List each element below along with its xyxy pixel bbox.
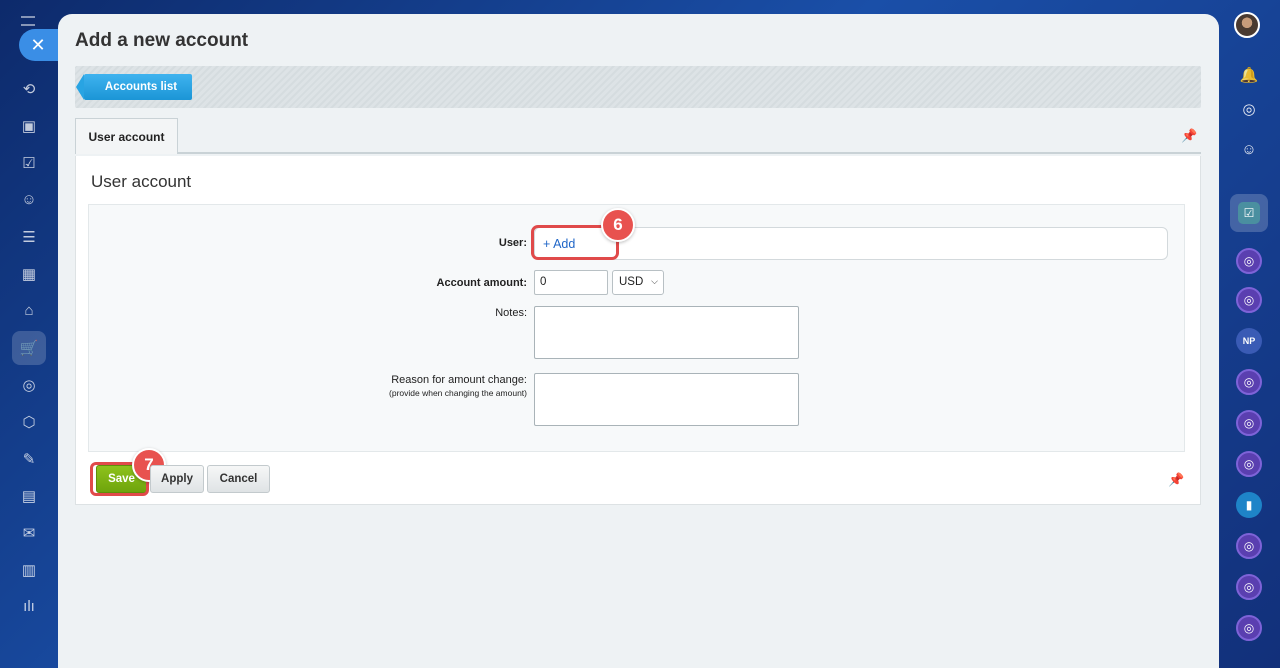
task-check-icon: ☑ xyxy=(1238,202,1260,224)
contact-avatar-3[interactable]: ◎ xyxy=(1236,369,1262,395)
checkbox-icon: ☑ xyxy=(22,154,36,172)
stats-icon: ılı xyxy=(23,598,35,615)
sidebar-item-tasks[interactable]: ☑ xyxy=(0,144,58,181)
sidebar-item-sites[interactable]: ▣ xyxy=(0,107,58,144)
np-initials-icon: NP xyxy=(1242,336,1256,346)
reason-textarea[interactable] xyxy=(534,373,799,426)
bell-icon: 🔔 xyxy=(1239,67,1259,84)
spiral-icon: ◎ xyxy=(1243,457,1255,471)
sidebar-item-calendar[interactable]: ▦ xyxy=(0,255,58,292)
chat-button[interactable]: ☺ xyxy=(1236,136,1262,162)
bar-chart-icon: ▥ xyxy=(21,561,37,579)
amount-input[interactable]: 0 xyxy=(534,270,608,295)
calendar-icon: ▦ xyxy=(21,265,37,283)
tasks-widget-button[interactable]: ☑ xyxy=(1230,194,1268,232)
currency-value: USD xyxy=(619,276,644,288)
contact-avatar-np[interactable]: NP xyxy=(1236,328,1262,354)
robot-icon: ☺ xyxy=(21,191,37,208)
sidebar-item-stats[interactable]: ılı xyxy=(0,588,58,625)
spiral-icon: ◎ xyxy=(1243,621,1255,635)
account-form: User: + Add 6 Account amount: 0 USD ⌵ No… xyxy=(88,204,1185,452)
spiral-icon: ◎ xyxy=(1243,416,1255,430)
sidebar-item-ai[interactable]: ☺ xyxy=(0,181,58,218)
apply-button[interactable]: Apply xyxy=(150,465,204,493)
notes-label: Notes: xyxy=(495,307,527,319)
sidebar-item-inbox[interactable]: ✉ xyxy=(0,514,58,551)
cancel-button[interactable]: Cancel xyxy=(207,465,270,493)
cube-icon: ⬡ xyxy=(22,413,36,431)
contact-avatar-2[interactable]: ◎ xyxy=(1236,287,1262,313)
crm-icon: ⟲ xyxy=(22,80,36,98)
bookmark-icon: ▮ xyxy=(1245,498,1253,512)
chevron-down-icon: ⌵ xyxy=(651,276,658,286)
spiral-icon: ◎ xyxy=(1243,254,1255,268)
add-account-panel: Add a new account Accounts list User acc… xyxy=(58,14,1219,668)
currency-select[interactable]: USD ⌵ xyxy=(612,270,664,295)
pen-icon: ✎ xyxy=(22,450,36,468)
sidebar-item-shop[interactable]: 🛒 xyxy=(0,329,58,366)
sidebar-item-target[interactable]: ◎ xyxy=(0,366,58,403)
spiral-icon: ◎ xyxy=(1243,580,1255,594)
panel-toolbar: Accounts list xyxy=(75,66,1201,108)
menu-icon[interactable] xyxy=(21,16,35,26)
tab-bar: User account 📌 xyxy=(75,118,1201,154)
sidebar-item-sign[interactable]: ✎ xyxy=(0,440,58,477)
notes-textarea[interactable] xyxy=(534,306,799,359)
reason-label: Reason for amount change: (provide when … xyxy=(389,374,527,398)
reason-hint: (provide when changing the amount) xyxy=(389,388,527,398)
right-sidebar: 🔔 ◎ ☺ ☑ ◎ ◎ NP ◎ ◎ ◎ ▮ ◎ ◎ ◎ xyxy=(1218,0,1280,668)
section-title: User account xyxy=(91,172,192,191)
chat-icon: ☺ xyxy=(1241,140,1257,158)
presentation-icon: ▣ xyxy=(21,117,37,135)
accounts-list-button[interactable]: Accounts list xyxy=(76,74,192,100)
page-title: Add a new account xyxy=(75,30,249,51)
left-sidebar: ✕ ⟲ ▣ ☑ ☺ ☰ ▦ ⌂ 🛒 ◎ ⬡ ✎ ▤ ✉ ▥ ılı xyxy=(0,0,63,668)
sidebar-item-docs[interactable]: ▤ xyxy=(0,477,58,514)
sidebar-item-filter[interactable]: ☰ xyxy=(0,218,58,255)
contact-avatar-8[interactable]: ◎ xyxy=(1236,574,1262,600)
notifications-button[interactable]: 🔔 xyxy=(1236,62,1262,88)
reason-label-text: Reason for amount change: xyxy=(391,374,527,386)
contact-avatar-7[interactable]: ◎ xyxy=(1236,533,1262,559)
spiral-icon: ◎ xyxy=(1243,375,1255,389)
contact-avatar-4[interactable]: ◎ xyxy=(1236,410,1262,436)
user-label: User: xyxy=(498,237,527,249)
document-icon: ▤ xyxy=(21,487,37,505)
amount-label: Account amount: xyxy=(436,277,527,289)
funnel-icon: ☰ xyxy=(22,228,36,246)
form-content: User account User: + Add 6 Account amoun… xyxy=(75,156,1201,505)
avatar[interactable] xyxy=(1234,12,1260,38)
tab-user-account[interactable]: User account xyxy=(75,118,178,154)
pin-icon[interactable]: 📌 xyxy=(1181,128,1197,144)
left-icon-list: ⟲ ▣ ☑ ☺ ☰ ▦ ⌂ 🛒 ◎ ⬡ ✎ ▤ ✉ ▥ ılı xyxy=(0,70,58,625)
close-icon: ✕ xyxy=(30,34,46,55)
pin-icon[interactable]: 📌 xyxy=(1168,472,1184,488)
sidebar-item-crm[interactable]: ⟲ xyxy=(0,70,58,107)
sidebar-item-store[interactable]: ⌂ xyxy=(0,292,58,329)
contact-avatar-6[interactable]: ▮ xyxy=(1236,492,1262,518)
sidebar-item-box[interactable]: ⬡ xyxy=(0,403,58,440)
contact-avatar-5[interactable]: ◎ xyxy=(1236,451,1262,477)
copilot-button[interactable]: ◎ xyxy=(1236,96,1262,122)
close-panel-button[interactable]: ✕ xyxy=(19,29,63,61)
step-badge-6: 6 xyxy=(601,208,635,242)
spiral-icon: ◎ xyxy=(1242,101,1256,118)
store-icon: ⌂ xyxy=(24,302,34,319)
contact-avatar-1[interactable]: ◎ xyxy=(1236,248,1262,274)
sidebar-item-analytics[interactable]: ▥ xyxy=(0,551,58,588)
contact-avatar-9[interactable]: ◎ xyxy=(1236,615,1262,641)
inbox-icon: ✉ xyxy=(22,524,36,542)
target-icon: ◎ xyxy=(22,376,36,394)
spiral-icon: ◎ xyxy=(1243,539,1255,553)
spiral-icon: ◎ xyxy=(1243,293,1255,307)
cart-icon: 🛒 xyxy=(19,339,39,357)
